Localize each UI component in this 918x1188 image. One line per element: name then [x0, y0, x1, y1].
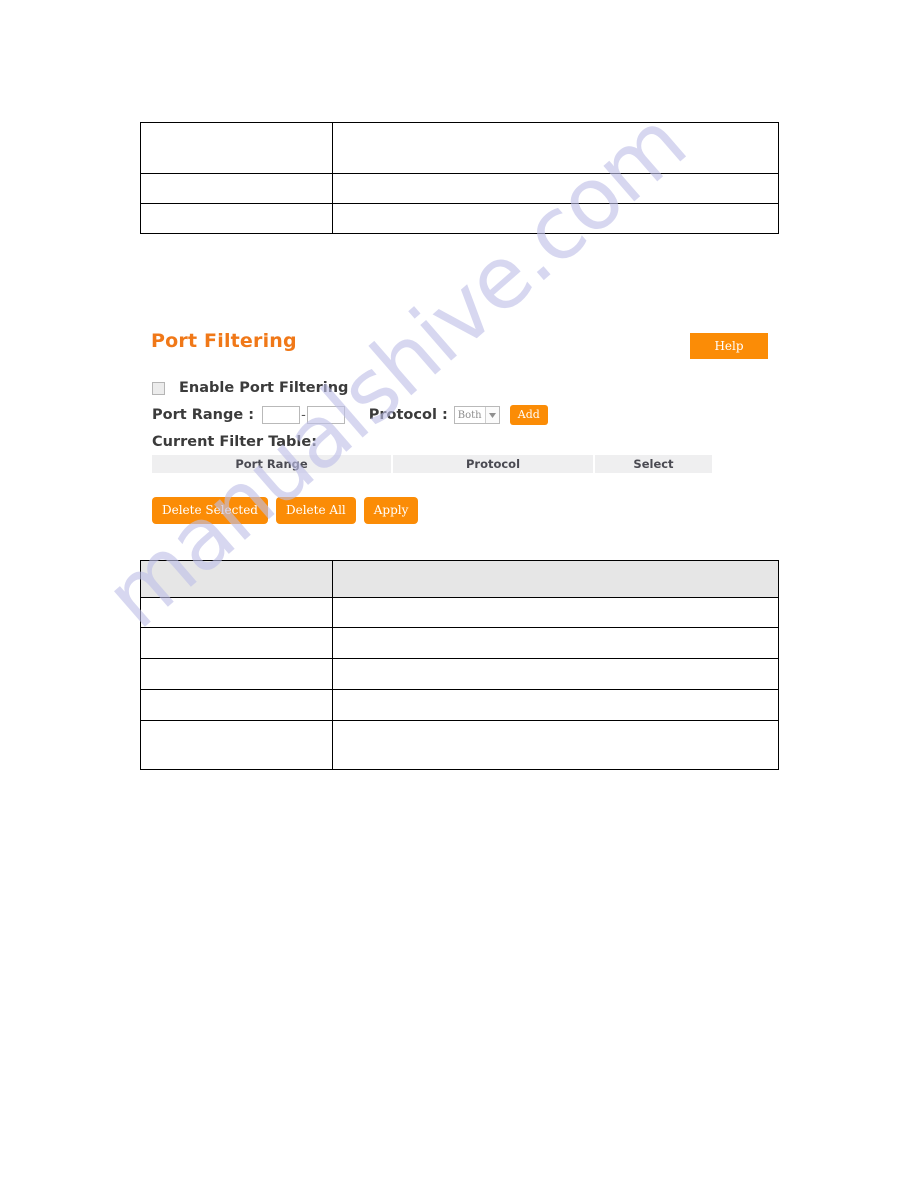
- port-range-end-input[interactable]: [306, 406, 345, 424]
- table-row: [140, 122, 779, 174]
- doc-table-bottom: [140, 560, 779, 770]
- table-cell: [140, 597, 333, 628]
- table-header-row: [140, 560, 779, 598]
- page-title: Port Filtering: [151, 330, 297, 352]
- chevron-down-icon: [484, 407, 499, 423]
- help-button[interactable]: Help: [690, 333, 768, 359]
- enable-port-filtering-label: Enable Port Filtering: [179, 380, 349, 396]
- add-button[interactable]: Add: [509, 405, 548, 425]
- table-cell: [332, 597, 779, 628]
- port-filtering-panel: Port Filtering Help: [140, 318, 780, 364]
- table-cell: [140, 627, 333, 659]
- panel-header: Port Filtering Help: [140, 318, 780, 364]
- table-row: [140, 627, 779, 659]
- table-cell: [332, 122, 779, 174]
- document-page: Port Filtering Help Enable Port Filterin…: [0, 0, 918, 1188]
- table-row: [140, 203, 779, 234]
- port-range-label: Port Range :: [152, 407, 255, 423]
- port-range-start-input[interactable]: [262, 406, 301, 424]
- table-cell: [140, 203, 333, 234]
- filter-table: Port Range Protocol Select: [152, 455, 712, 473]
- table-header-cell: [140, 560, 333, 598]
- table-cell: [332, 658, 779, 690]
- protocol-label: Protocol :: [368, 407, 448, 423]
- table-row: [140, 658, 779, 690]
- column-header-select: Select: [595, 455, 712, 473]
- delete-all-button[interactable]: Delete All: [276, 497, 356, 524]
- table-cell: [140, 720, 333, 770]
- table-row: [140, 689, 779, 721]
- table-row: [140, 597, 779, 628]
- table-cell: [332, 627, 779, 659]
- enable-port-filtering-checkbox[interactable]: [152, 381, 165, 395]
- table-cell: [332, 203, 779, 234]
- table-cell: [140, 658, 333, 690]
- table-cell: [332, 173, 779, 204]
- doc-table-top: [140, 122, 779, 234]
- column-header-port-range: Port Range: [152, 455, 391, 473]
- table-cell: [140, 689, 333, 721]
- delete-selected-button[interactable]: Delete Selected: [152, 497, 268, 524]
- protocol-select[interactable]: Both: [453, 406, 500, 424]
- table-header-cell: [332, 560, 779, 598]
- table-cell: [332, 720, 779, 770]
- apply-button[interactable]: Apply: [363, 497, 419, 524]
- column-header-protocol: Protocol: [393, 455, 593, 473]
- protocol-selected-value: Both: [457, 409, 482, 421]
- port-range-row: Port Range : - Protocol : Both Add: [152, 403, 548, 427]
- current-filter-table-label: Current Filter Table:: [152, 434, 318, 450]
- table-row: [140, 720, 779, 770]
- enable-port-filtering-row: Enable Port Filtering: [152, 378, 348, 398]
- table-row: [140, 173, 779, 204]
- table-cell: [140, 122, 333, 174]
- table-cell: [140, 173, 333, 204]
- port-range-separator: -: [301, 407, 306, 423]
- table-cell: [332, 689, 779, 721]
- action-buttons: Delete Selected Delete All Apply: [152, 497, 426, 524]
